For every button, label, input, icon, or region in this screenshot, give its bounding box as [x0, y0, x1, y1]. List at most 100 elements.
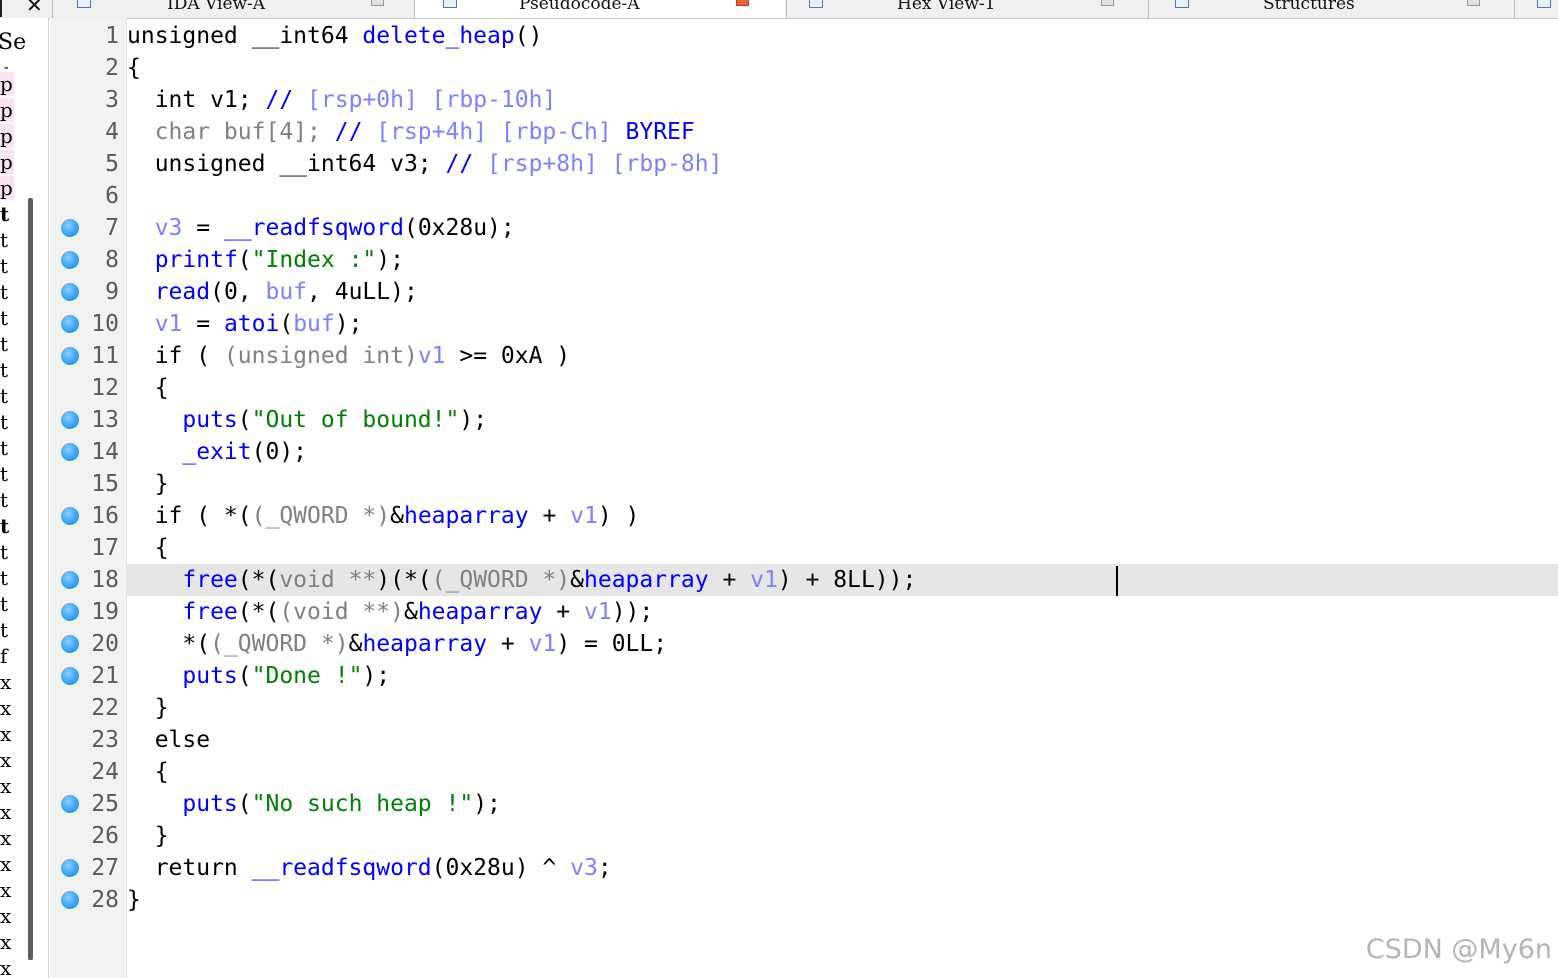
side-panel-item[interactable]: x	[0, 800, 14, 824]
code-line[interactable]: {	[127, 372, 169, 404]
tab-close-icon[interactable]	[1101, 0, 1114, 6]
side-panel-item[interactable]: t	[0, 358, 14, 382]
code-token-var: v1	[417, 343, 446, 369]
side-panel-item[interactable]: x	[0, 696, 14, 720]
code-token-kw: *(	[127, 631, 211, 657]
code-line[interactable]: return __readfsqword(0x28u) ^ v3;	[127, 852, 612, 884]
code-line[interactable]: *((_QWORD *)&heaparray + v1) = 0LL;	[127, 628, 667, 660]
side-panel-item[interactable]: x	[0, 748, 14, 772]
code-token-kw: ;	[597, 855, 612, 881]
code-token-cmv: [rsp+4h] [rbp-Ch]	[376, 119, 626, 145]
side-panel-item[interactable]: x	[0, 774, 14, 798]
side-panel-item[interactable]: x	[0, 670, 14, 694]
code-token-fn: heaparray	[417, 599, 543, 625]
side-panel-item[interactable]: t	[0, 410, 14, 434]
tab-overflow[interactable]	[1514, 0, 1558, 18]
code-token-kw: unsigned __int64	[127, 23, 363, 49]
code-token-var: v1	[583, 599, 612, 625]
code-line[interactable]: {	[127, 532, 169, 564]
code-token-var: buf	[265, 279, 308, 305]
tab-ida-view-a[interactable]: IDA View-A	[52, 0, 413, 18]
code-line[interactable]: _exit(0);	[127, 436, 307, 468]
tab-bar: ✕ IDA View-A Pseudocode-A Hex View-1 Str…	[0, 0, 1558, 19]
side-panel-item[interactable]: t	[0, 618, 14, 642]
code-token-cm: //	[265, 87, 308, 113]
side-panel-item[interactable]: x	[0, 956, 14, 978]
tab-pseudocode-a[interactable]: Pseudocode-A	[414, 0, 785, 18]
code-line[interactable]: puts("Out of bound!");	[127, 404, 487, 436]
code-line[interactable]: free(*((void **)&heaparray + v1));	[127, 596, 653, 628]
side-panel-item[interactable]: t	[0, 384, 14, 408]
code-line[interactable]: puts("No such heap !");	[127, 788, 501, 820]
code-line[interactable]: }	[127, 692, 169, 724]
side-panel-item[interactable]: t	[0, 592, 14, 616]
code-line[interactable]: if ( *((_QWORD *)&heaparray + v1) )	[127, 500, 640, 532]
code-token-cast: char buf[4];	[127, 119, 335, 145]
side-panel-item[interactable]: p	[0, 72, 14, 96]
code-token-kw: unsigned __int64 v3;	[127, 151, 446, 177]
code-line[interactable]: else	[127, 724, 210, 756]
side-panel-item[interactable]: x	[0, 878, 14, 902]
code-token-fn: puts	[182, 663, 238, 689]
tab-structures[interactable]: Structures	[1148, 0, 1513, 18]
side-panel-item[interactable]: x	[0, 722, 14, 746]
side-panel-item[interactable]: t	[0, 306, 14, 330]
side-panel-item[interactable]: f	[0, 644, 14, 668]
tab-close-icon[interactable]	[1467, 0, 1480, 6]
panel-close-area[interactable]: ✕	[0, 0, 48, 17]
side-panel-item[interactable]: t	[0, 228, 14, 252]
side-panel-item[interactable]: t	[0, 540, 14, 564]
code-line[interactable]: }	[127, 468, 169, 500]
side-panel-item[interactable]: t	[0, 566, 14, 590]
line-number: 17	[91, 535, 119, 561]
side-panel-item[interactable]: p	[0, 176, 14, 200]
code-line[interactable]: char buf[4]; // [rsp+4h] [rbp-Ch] BYREF	[127, 116, 695, 148]
pseudocode-editor[interactable]: unsigned __int64 delete_heap() { int v1; …	[127, 20, 1558, 978]
code-line[interactable]: if ( (unsigned int)v1 >= 0xA )	[127, 340, 570, 372]
side-panel-item[interactable]: t	[0, 462, 14, 486]
code-line[interactable]: printf("Index :");	[127, 244, 404, 276]
line-number-gutter[interactable]: 1 2 3 4 5 6 7 8 9 10 11 12 13 14 15 16 17 18 19 20 21 22 23 24 2…	[50, 18, 127, 978]
ida-view-icon	[77, 0, 91, 8]
close-icon[interactable]: ✕	[26, 0, 43, 17]
side-panel-item[interactable]: x	[0, 826, 14, 850]
code-line[interactable]: unsigned __int64 v3; // [rsp+8h] [rbp-8h…	[127, 148, 723, 180]
side-panel-item[interactable]: t	[0, 514, 14, 538]
side-panel-item[interactable]: x	[0, 930, 14, 954]
code-line[interactable]: puts("Done !");	[127, 660, 390, 692]
code-line[interactable]: free(*(void **)(*((_QWORD *)&heaparray +…	[127, 564, 916, 596]
code-line[interactable]: read(0, buf, 4uLL);	[127, 276, 418, 308]
code-token-kw: }	[127, 823, 169, 849]
line-number: 23	[91, 727, 119, 753]
code-line[interactable]: int v1; // [rsp+0h] [rbp-10h]	[127, 84, 557, 116]
side-panel-item[interactable]: t	[0, 280, 14, 304]
line-number: 27	[91, 855, 119, 881]
side-panel-item[interactable]: t	[0, 202, 14, 226]
code-line[interactable]: unsigned __int64 delete_heap()	[127, 20, 542, 52]
side-panel-scrollbar[interactable]	[28, 198, 33, 960]
side-panel-item[interactable]: x	[0, 852, 14, 876]
side-panel-item[interactable]: p	[0, 124, 14, 148]
code-token-kw: (	[237, 407, 252, 433]
line-number: 12	[91, 375, 119, 401]
code-line[interactable]: {	[127, 756, 169, 788]
code-line[interactable]: }	[127, 820, 169, 852]
tab-close-icon[interactable]	[371, 0, 384, 6]
side-panel-item[interactable]: p	[0, 98, 14, 122]
side-panel-item[interactable]: p	[0, 150, 14, 174]
code-token-kw: }	[127, 887, 141, 913]
side-panel-item[interactable]: t	[0, 332, 14, 356]
code-line[interactable]: }	[127, 884, 141, 916]
tab-hex-view-1[interactable]: Hex View-1	[786, 0, 1147, 18]
side-panel-item[interactable]: t	[0, 488, 14, 512]
code-line[interactable]: v3 = __readfsqword(0x28u);	[127, 212, 515, 244]
code-line[interactable]: {	[127, 52, 141, 84]
side-panel-item[interactable]: t	[0, 436, 14, 460]
code-token-fn: heaparray	[584, 567, 709, 593]
code-line[interactable]: v1 = atoi(buf);	[127, 308, 363, 340]
code-token-kw: (	[237, 791, 252, 817]
side-panel-item[interactable]: t	[0, 254, 14, 278]
code-token-kw: (0x28u);	[403, 215, 515, 241]
side-panel-item[interactable]: x	[0, 904, 14, 928]
tab-close-icon[interactable]	[736, 0, 749, 6]
